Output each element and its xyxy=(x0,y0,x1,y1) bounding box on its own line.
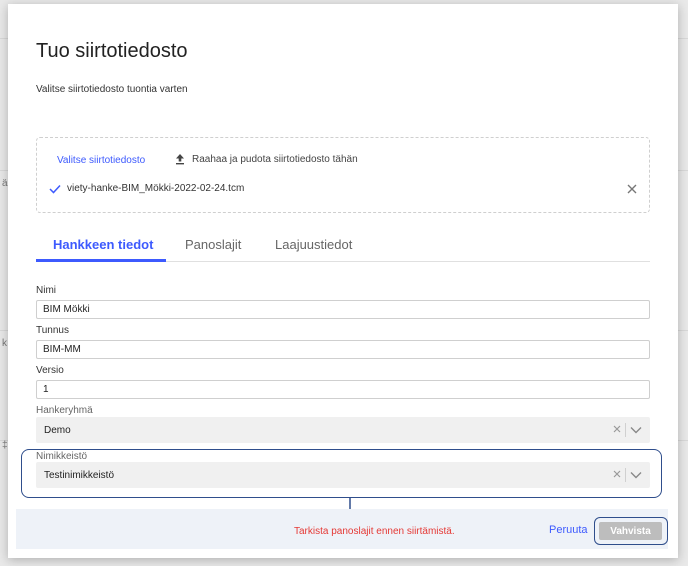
selected-file-row: viety-hanke-BIM_Mökki-2022-02-24.tcm xyxy=(49,183,639,194)
confirm-highlight-annotation: Vahvista xyxy=(594,517,668,545)
import-dialog: Tuo siirtotiedosto Valitse siirtotiedost… xyxy=(8,4,678,558)
hankeryhma-value: Demo xyxy=(44,425,71,436)
tab-panoslajit[interactable]: Panoslajit xyxy=(185,237,241,252)
confirm-button[interactable]: Vahvista xyxy=(599,522,662,540)
versio-label: Versio xyxy=(36,365,64,376)
tab-laajuustiedot[interactable]: Laajuustiedot xyxy=(275,237,352,252)
dialog-title: Tuo siirtotiedosto xyxy=(36,40,188,62)
drag-drop-label: Raahaa ja pudota siirtotiedosto tähän xyxy=(192,153,358,165)
clear-icon[interactable] xyxy=(612,424,622,434)
tunnus-label: Tunnus xyxy=(36,325,69,336)
remove-file-icon[interactable] xyxy=(625,182,639,196)
nimi-label: Nimi xyxy=(36,285,56,296)
versio-input[interactable] xyxy=(36,380,650,399)
upload-icon xyxy=(176,154,184,165)
hankeryhma-label: Hankeryhmä xyxy=(36,405,93,416)
background-text-fragment: k xyxy=(2,338,7,349)
cancel-button[interactable]: Peruuta xyxy=(549,524,588,536)
validation-warning: Tarkista panoslajit ennen siirtämistä. xyxy=(294,526,455,537)
check-icon xyxy=(49,184,61,194)
tab-hankkeen-tiedot[interactable]: Hankkeen tiedot xyxy=(53,237,153,252)
drag-drop-hint: Raahaa ja pudota siirtotiedosto tähän xyxy=(174,153,358,165)
select-divider xyxy=(625,423,626,437)
dialog-subtitle: Valitse siirtotiedosto tuontia varten xyxy=(36,84,188,95)
select-file-link[interactable]: Valitse siirtotiedosto xyxy=(57,155,145,166)
tab-bar: Hankkeen tiedot Panoslajit Laajuustiedot xyxy=(36,232,650,262)
background-text-fragment: ‡ xyxy=(2,440,8,451)
nimikkeisto-highlight-annotation xyxy=(21,449,662,498)
selected-file-name: viety-hanke-BIM_Mökki-2022-02-24.tcm xyxy=(67,183,245,194)
chevron-down-icon[interactable] xyxy=(630,425,642,435)
tunnus-input[interactable] xyxy=(36,340,650,359)
file-dropzone[interactable]: Valitse siirtotiedosto Raahaa ja pudota … xyxy=(36,137,650,213)
nimi-input[interactable] xyxy=(36,300,650,319)
background-text-fragment: ä xyxy=(2,178,8,189)
hankeryhma-select[interactable]: Demo xyxy=(36,417,650,443)
dialog-footer: Tarkista panoslajit ennen siirtämistä. P… xyxy=(16,509,668,549)
active-tab-indicator xyxy=(36,259,166,262)
